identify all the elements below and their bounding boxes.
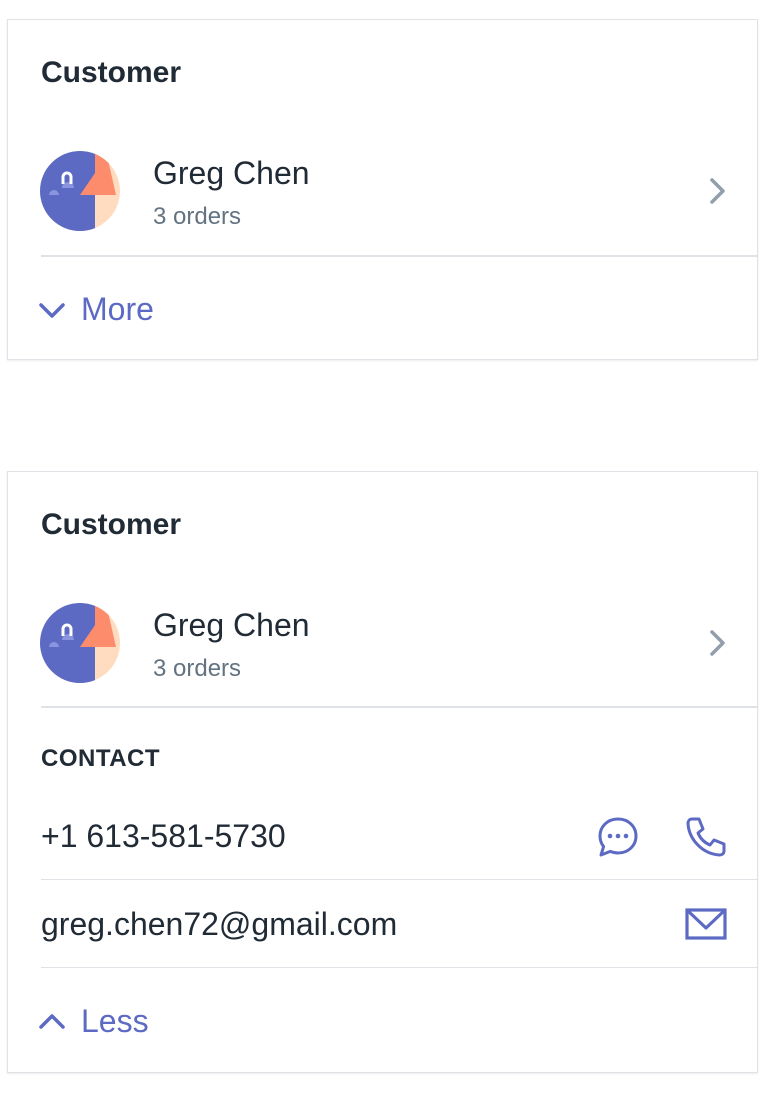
- customer-name: Greg Chen: [153, 607, 310, 643]
- phone-icon: [686, 817, 726, 857]
- divider: [41, 706, 757, 708]
- message-icon: [598, 817, 638, 857]
- chevron-down-icon: [39, 302, 65, 318]
- customer-orders-count: 3 orders: [153, 655, 242, 682]
- chevron-up-icon: [39, 1013, 65, 1029]
- call-button[interactable]: [684, 815, 728, 859]
- avatar: [40, 603, 120, 683]
- email-address: greg.chen72@gmail.com: [41, 906, 398, 942]
- divider: [41, 255, 757, 257]
- contact-section-label: CONTACT: [41, 745, 161, 772]
- divider: [41, 879, 757, 880]
- card-title: Customer: [41, 508, 182, 541]
- customer-orders-count: 3 orders: [153, 203, 242, 230]
- less-label: Less: [81, 1003, 149, 1039]
- chevron-right-icon: [710, 178, 725, 204]
- more-label: More: [81, 291, 154, 327]
- customer-card-collapsed: Customer Greg Chen 3 orders More: [7, 19, 758, 360]
- less-toggle[interactable]: Less: [37, 1003, 149, 1040]
- message-button[interactable]: [596, 815, 640, 859]
- more-toggle[interactable]: More: [37, 291, 154, 328]
- phone-number: +1 613-581-5730: [41, 818, 286, 854]
- customer-name: Greg Chen: [153, 155, 310, 191]
- avatar: [40, 151, 120, 231]
- email-button[interactable]: [684, 907, 728, 941]
- customer-card-expanded: Customer Greg Chen 3 orders CONTACT +1 6…: [7, 471, 758, 1073]
- mail-icon: [685, 908, 727, 940]
- chevron-right-icon: [710, 630, 725, 656]
- card-title: Customer: [41, 56, 182, 89]
- divider: [41, 967, 757, 968]
